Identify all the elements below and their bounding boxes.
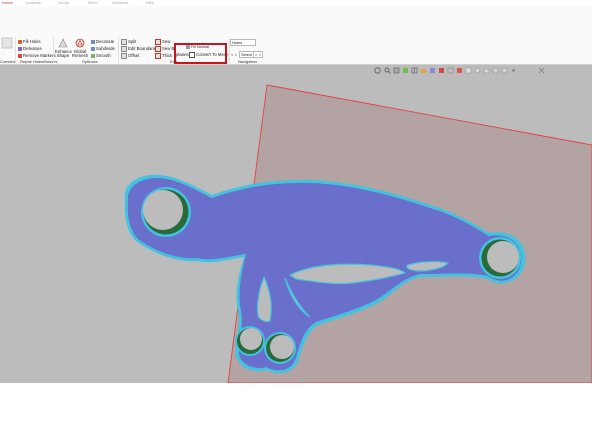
offset-icon (121, 53, 127, 59)
nav-next-button[interactable]: > > (253, 51, 263, 58)
sew-icon (155, 39, 161, 45)
global-remesh-label: Global Remesh (72, 48, 89, 59)
smooth-label: Smooth (96, 53, 111, 58)
snap-icon[interactable] (465, 67, 472, 74)
decimate-button[interactable]: Decimate (91, 39, 114, 44)
camera-icon[interactable] (483, 67, 490, 74)
fill-holes-button[interactable]: Fill Holes (18, 39, 41, 44)
rotate-icon[interactable] (374, 67, 381, 74)
group-separator (118, 37, 119, 63)
global-remesh-icon (75, 38, 85, 48)
measure-icon[interactable] (456, 67, 463, 74)
tab-windows[interactable]: Windows (112, 0, 128, 5)
view-icon[interactable] (492, 67, 499, 74)
hole-right[interactable] (479, 237, 521, 279)
tab-home[interactable]: Home (2, 0, 13, 5)
ribbon-tab-strip: Home Analysis Sculpt Mesh Windows Help (0, 0, 592, 7)
group-separator (53, 37, 54, 63)
group-label-combine: Combine (0, 59, 17, 64)
bottom-margin (0, 383, 592, 444)
defeature-label: Defeature (23, 46, 42, 51)
light-icon[interactable] (474, 67, 481, 74)
split-icon (121, 39, 127, 45)
hole-left[interactable] (141, 187, 191, 237)
nav-prev-button[interactable]: < < (231, 52, 237, 57)
section-icon[interactable] (429, 67, 436, 74)
combine-icon (1, 37, 13, 49)
edit-boundaries-button[interactable]: Edit Boundaries (121, 46, 158, 52)
split-button[interactable]: Split (121, 39, 136, 45)
subdivide-icon (91, 46, 95, 51)
smooth-icon (91, 53, 95, 58)
global-remesh-button[interactable]: Global Remesh (72, 38, 88, 59)
split-label: Split (128, 39, 137, 45)
decimate-label: Decimate (96, 39, 115, 44)
hole-bottom-left[interactable] (235, 326, 265, 356)
offset-label: Offset (128, 53, 140, 59)
remove-markers-button[interactable]: Remove Markers (18, 53, 56, 58)
sew-b-label: Sew B (162, 46, 175, 52)
hole-bottom-right[interactable] (264, 332, 296, 364)
holes-select[interactable]: Holes (230, 39, 256, 46)
highlight-box (174, 43, 227, 64)
group-label-optimize: Optimize (82, 59, 98, 64)
thicken-label: Thick (162, 53, 173, 59)
more-icon[interactable] (510, 67, 517, 74)
offset-button[interactable]: Offset (121, 53, 139, 59)
enhance-shape-icon (58, 38, 68, 48)
sew-button[interactable]: Sew (155, 39, 170, 45)
remove-markers-icon (18, 53, 22, 58)
subdivide-label: Subdivide (96, 46, 115, 51)
tab-help[interactable]: Help (146, 0, 154, 5)
texture-icon[interactable] (447, 67, 454, 74)
close-icon[interactable] (538, 67, 545, 74)
zoom-icon[interactable] (384, 67, 391, 74)
fill-holes-label: Fill Holes (23, 39, 41, 44)
combine-button[interactable] (0, 37, 14, 51)
group-label-repair: Repair Holes/Bosses (20, 59, 58, 64)
enhance-shape-button[interactable]: Enhance Shape (55, 38, 72, 59)
remove-markers-label: Remove Markers (23, 53, 56, 58)
group-label-edit: Edit (170, 59, 177, 64)
fill-holes-icon (18, 39, 22, 44)
box-icon[interactable] (393, 67, 400, 74)
sew-label: Sew (162, 39, 171, 45)
layers-icon[interactable] (420, 67, 427, 74)
defeature-icon (18, 46, 22, 51)
enhance-shape-label: Enhance Shape (55, 48, 72, 59)
app-window: Home Analysis Sculpt Mesh Windows Help C… (0, 0, 592, 444)
grid-icon[interactable] (411, 67, 418, 74)
ribbon: Combine Fill Holes Defeature Remove Mark… (0, 7, 592, 65)
color-icon[interactable] (402, 67, 409, 74)
defeature-button[interactable]: Defeature (18, 46, 42, 51)
smooth-button[interactable]: Smooth (91, 53, 111, 58)
group-separator (15, 37, 16, 63)
model-scene[interactable] (0, 65, 592, 383)
group-label-navigation: Navigation (238, 59, 257, 64)
edit-boundaries-icon (121, 46, 127, 52)
tab-mesh[interactable]: Mesh (88, 0, 98, 5)
tab-analysis[interactable]: Analysis (26, 0, 41, 5)
mirror-icon[interactable] (438, 67, 445, 74)
edit-boundaries-label: Edit Boundaries (128, 46, 159, 52)
decimate-icon (91, 39, 95, 44)
expand-icon[interactable] (501, 67, 508, 74)
tab-sculpt[interactable]: Sculpt (58, 0, 69, 5)
thicken-icon (155, 53, 161, 59)
sew-b-button[interactable]: Sew B (155, 46, 174, 52)
nav-select-button[interactable]: Select (239, 51, 255, 58)
3d-viewport[interactable] (0, 65, 592, 383)
sew-b-icon (155, 46, 161, 52)
subdivide-button[interactable]: Subdivide (91, 46, 115, 51)
